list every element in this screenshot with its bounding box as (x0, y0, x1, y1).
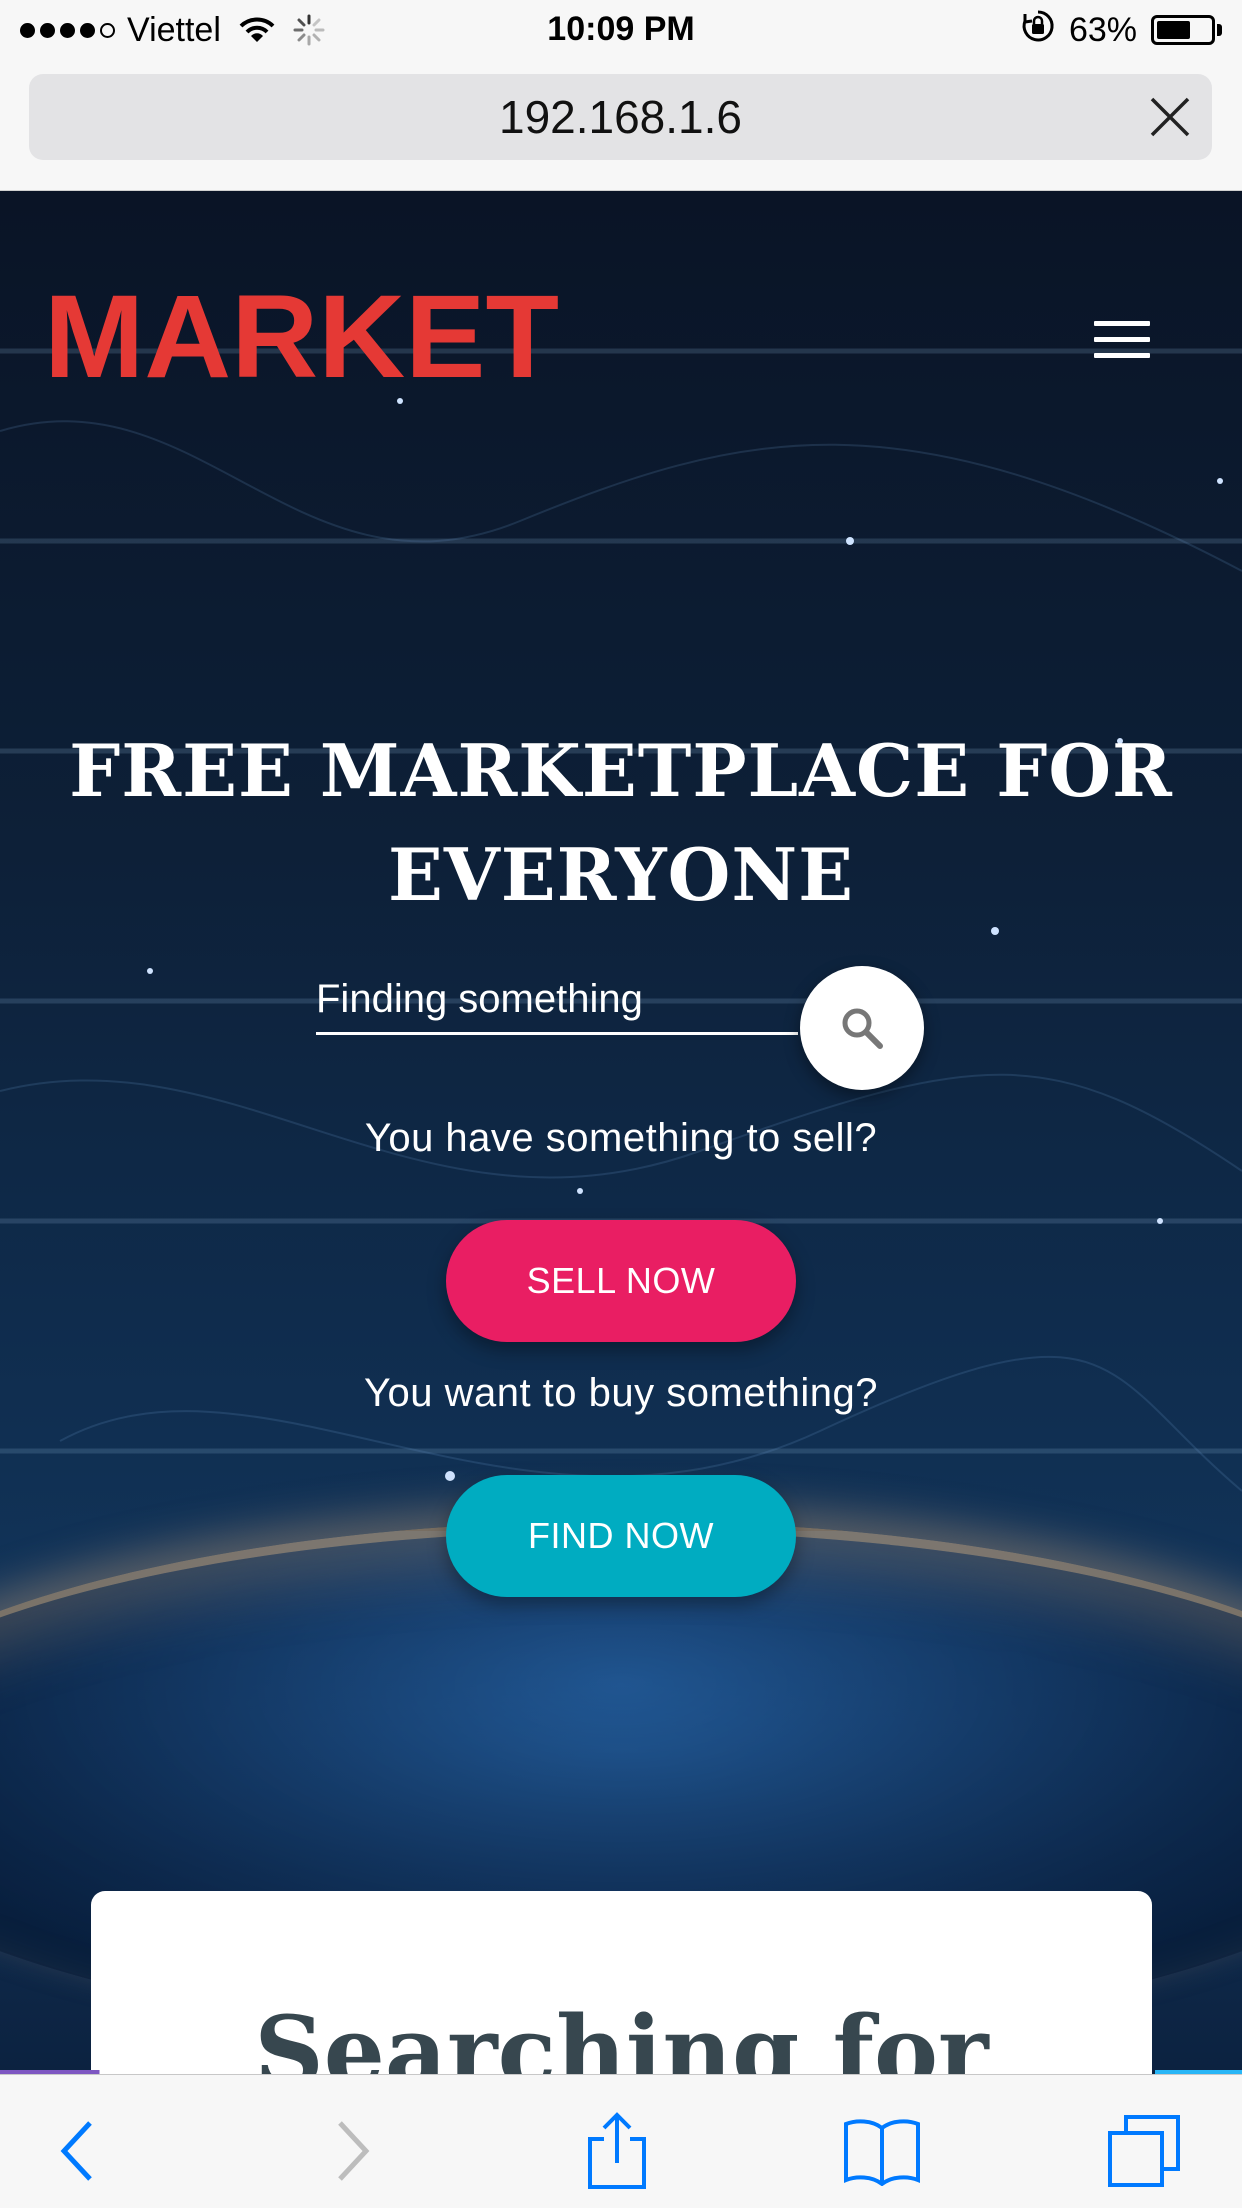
close-icon[interactable] (1148, 95, 1192, 139)
hero-section: MARKET FREE MARKETPLACE FOREVERYONE You … (0, 191, 1242, 2074)
search-button[interactable] (800, 966, 924, 1090)
svg-text:MARKET: MARKET (44, 287, 559, 387)
url-text[interactable]: 192.168.1.6 (29, 74, 1212, 160)
battery-icon (1151, 15, 1222, 45)
battery-percent: 63% (1068, 10, 1137, 49)
bookmarks-icon[interactable] (842, 2115, 922, 2187)
search-input[interactable] (316, 967, 798, 1035)
search-icon (842, 1008, 883, 1049)
address-bar-container: 192.168.1.6 (0, 60, 1242, 191)
rotation-lock-icon (1021, 9, 1055, 52)
forward-icon[interactable] (312, 2115, 392, 2187)
browser-toolbar (0, 2074, 1242, 2208)
status-bar: Viettel 10:09 PM 63% (0, 0, 1242, 60)
find-now-button[interactable]: FIND NOW (446, 1475, 796, 1597)
card-title: Searching for (254, 1995, 989, 2074)
sell-now-button[interactable]: SELL NOW (446, 1220, 796, 1342)
sell-prompt: You have something to sell? (364, 1116, 878, 1160)
share-icon[interactable] (577, 2112, 657, 2189)
back-icon[interactable] (38, 2115, 118, 2187)
hero-headline: FREE MARKETPLACE FOR EVERYONE (69, 728, 1173, 917)
buy-prompt: You want to buy something? (363, 1371, 879, 1415)
market-logo[interactable]: MARKET (44, 287, 564, 387)
info-card: Searching for (91, 1891, 1152, 2074)
address-bar[interactable]: 192.168.1.6 (29, 74, 1212, 160)
tabs-icon[interactable] (1104, 2115, 1184, 2187)
hamburger-menu-icon[interactable] (1094, 321, 1154, 369)
